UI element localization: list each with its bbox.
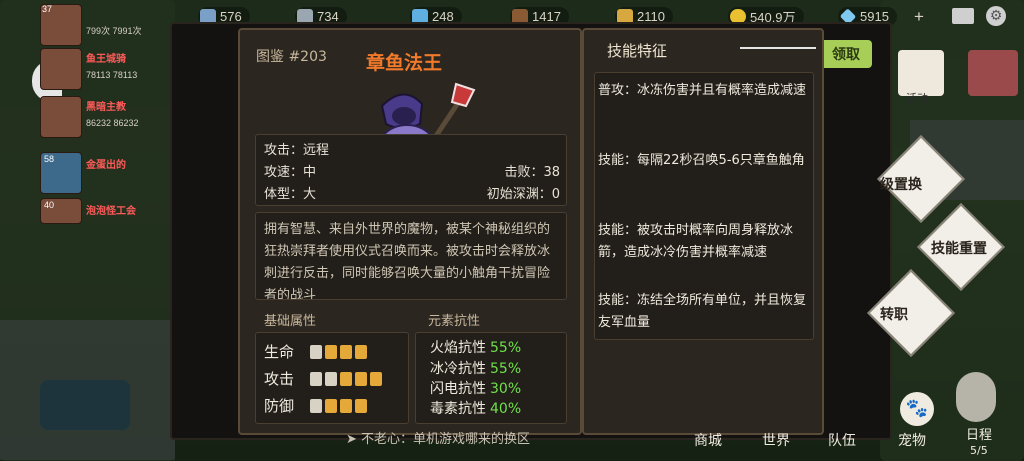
res-lightning: 闪电抗性 30% <box>430 381 522 397</box>
schedule-portrait[interactable] <box>956 372 996 422</box>
add-diamond-button[interactable]: + <box>914 7 924 26</box>
mail-icon[interactable] <box>952 8 974 24</box>
tab-pet[interactable]: 宠物 <box>898 430 926 450</box>
attr-pip <box>325 344 337 359</box>
paw-icon[interactable]: 🐾 <box>900 392 934 426</box>
job-change-label: 转职 <box>880 307 908 323</box>
claim-button[interactable]: 领取 <box>820 40 872 68</box>
attr-pip <box>355 371 367 386</box>
stat-kills: 击败：38 <box>504 165 560 180</box>
level-swap-label: 级置换 <box>880 177 922 193</box>
res-cold: 冰冷抗性 55% <box>430 361 522 377</box>
side-entry-level: 37 <box>42 4 53 14</box>
skills-title: 技能特征 <box>607 42 668 60</box>
chat-message[interactable]: ➤ 不老心：单机游戏哪来的换区 <box>346 428 530 447</box>
attr-pip <box>340 344 352 359</box>
attr-label: 防御 <box>264 397 295 415</box>
side-entry-numbers: 86232 86232 <box>86 118 139 128</box>
attr-pip <box>310 371 322 386</box>
title-divider <box>740 47 816 49</box>
attr-pip <box>355 344 367 359</box>
side-entry-level: 40 <box>44 200 55 210</box>
description-text: 拥有智慧、来自外世界的魔物，被某个神秘组织的狂热崇拜者使用仪式召唤而来。被攻击时… <box>264 222 551 300</box>
skill-ice-arrows: 技能：被攻击时概率向周身释放冰箭，造成冰冷伤害并概率减速 <box>598 223 794 260</box>
codex-index: 图鉴 #203 <box>256 49 327 65</box>
tab-world[interactable]: 世界 <box>762 430 790 450</box>
side-entry-2[interactable] <box>40 48 82 90</box>
speech-icon: ➤ <box>346 432 362 447</box>
side-entry-name: 黑暗主教 <box>86 102 126 113</box>
element-resistance-box: 火焰抗性 55% 冰冷抗性 55% 闪电抗性 30% 毒素抗性 40% <box>415 332 567 424</box>
attr-label: 生命 <box>264 343 295 361</box>
res-poison: 毒素抗性 40% <box>430 401 522 417</box>
attr-pip <box>340 371 352 386</box>
skill-reset-label: 技能重置 <box>931 241 987 257</box>
attr-pip <box>355 398 367 413</box>
side-entry-numbers: 799次 7991次 <box>86 26 142 36</box>
attr-pip <box>310 398 322 413</box>
side-entry-name: 鱼王城骑 <box>86 54 126 65</box>
stat-initial-depth: 初始深渊：0 <box>486 187 560 202</box>
tab-schedule[interactable]: 日程 <box>966 424 992 443</box>
stats-box: 攻击：远程 攻速：中 体型：大 击败：38 初始深渊：0 <box>255 134 567 206</box>
attr-pip <box>325 371 337 386</box>
side-entry-level: 58 <box>44 154 55 164</box>
attr-label: 攻击 <box>264 370 295 388</box>
side-entry-name: 金蛋出的 <box>86 160 126 171</box>
monster-name: 章鱼法王 <box>366 52 443 74</box>
monster-description: 拥有智慧、来自外世界的魔物，被某个神秘组织的狂热崇拜者使用仪式召唤而来。被攻击时… <box>255 212 567 300</box>
stat-attack-speed: 攻速：中 <box>264 165 317 180</box>
attr-pip <box>370 371 382 386</box>
res-fire: 火焰抗性 55% <box>430 340 522 356</box>
attr-pip <box>340 398 352 413</box>
hero-portrait[interactable] <box>968 50 1018 96</box>
stat-attack-type: 攻击：远程 <box>264 143 330 158</box>
skill-freeze-all: 技能：冻结全场所有单位，并且恢复友军血量 <box>598 293 807 330</box>
attr-row-defense: 防御 <box>264 395 370 416</box>
basic-attributes-box: 生命 攻击 防御 <box>255 332 409 424</box>
activity-label: 活动 <box>906 92 928 105</box>
tab-team[interactable]: 队伍 <box>828 430 856 450</box>
attr-pip <box>310 344 322 359</box>
schedule-count: 5/5 <box>970 444 988 457</box>
attr-row-attack: 攻击 <box>264 368 385 389</box>
gear-icon[interactable]: ⚙ <box>986 6 1006 26</box>
tab-shop[interactable]: 商城 <box>694 430 722 450</box>
attr-row-hp: 生命 <box>264 341 370 362</box>
element-resistance-title: 元素抗性 <box>428 314 481 329</box>
side-entry-3[interactable] <box>40 96 82 138</box>
stat-body-size: 体型：大 <box>264 187 317 202</box>
skill-basic-attack: 普攻：冰冻伤害并且有概率造成减速 <box>598 83 807 98</box>
side-entry-numbers: 78113 78113 <box>86 70 138 80</box>
basic-attributes-title: 基础属性 <box>264 314 317 329</box>
attr-pip <box>325 398 337 413</box>
side-entry-name: 泡泡怪工会 <box>86 206 136 217</box>
skill-summon-tentacles: 技能：每隔22秒召唤5-6只章鱼触角 <box>598 153 805 168</box>
